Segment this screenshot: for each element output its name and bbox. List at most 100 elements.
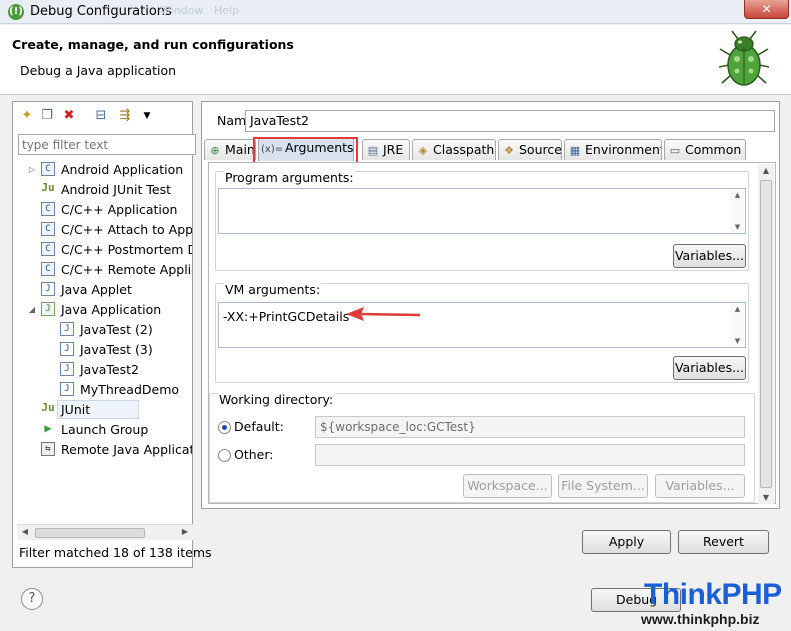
vm-args-scrollbar[interactable]: ▲ ▼ <box>731 303 745 347</box>
configurations-panel: ✦ ❐ ✖ ⊟ ⇶ ▼ ▷ C Android Application Ju A… <box>12 101 212 568</box>
java-config-icon: J <box>60 362 74 376</box>
java-app-icon: J <box>41 302 55 316</box>
header-title: Create, manage, and run configurations <box>12 37 294 52</box>
tree-item-label: Java Application <box>61 302 162 317</box>
tab-label: Classpath <box>433 142 495 157</box>
debug-app-icon: (!) <box>8 4 24 20</box>
android-config-icon: C <box>41 162 55 176</box>
watermark-url: www.thinkphp.biz <box>641 611 760 627</box>
other-label: Other: <box>234 447 274 462</box>
scroll-up-icon[interactable]: ▲ <box>731 305 744 313</box>
duplicate-icon[interactable]: ❐ <box>39 108 55 124</box>
scroll-up-icon[interactable]: ▲ <box>760 166 772 175</box>
tree-item-label: Launch Group <box>61 422 149 437</box>
working-directory-label: Working directory: <box>218 392 335 407</box>
tab-label: Common <box>685 142 742 157</box>
tree-item-label: Android Application <box>61 162 184 177</box>
annotation-arrow-icon <box>346 307 421 321</box>
vm-arguments-label: VM arguments: <box>224 282 322 297</box>
scroll-up-icon[interactable]: ▲ <box>731 191 744 199</box>
collapse-arrow-icon[interactable]: ◢ <box>27 300 37 319</box>
tab-environment[interactable]: ▦ Environment <box>564 139 662 160</box>
scroll-left-icon[interactable]: ◀ <box>19 527 31 536</box>
tree-horizontal-scrollbar[interactable]: ◀ ▶ <box>17 524 193 540</box>
cpp-icon: C <box>41 262 55 276</box>
source-tab-icon: ❖ <box>504 144 514 157</box>
junit-icon: Ju <box>41 181 55 194</box>
vm-variables-button[interactable]: Variables... <box>673 356 746 380</box>
program-arguments-group: Program arguments: ▲ ▼ Variables... <box>215 170 749 271</box>
filter-status: Filter matched 18 of 138 items <box>19 545 212 560</box>
tab-common[interactable]: ▭ Common <box>664 139 746 160</box>
apply-button[interactable]: Apply <box>582 530 671 554</box>
help-icon[interactable]: ? <box>21 588 43 610</box>
vm-arguments-group: VM arguments: -XX:+PrintGCDetails ▲ ▼ Va… <box>215 282 749 383</box>
dialog-header: Create, manage, and run configurations D… <box>0 25 791 95</box>
scroll-down-icon[interactable]: ▼ <box>731 223 744 231</box>
directory-variables-button[interactable]: Variables... <box>655 474 745 498</box>
tab-jre[interactable]: ▤ JRE <box>362 139 410 160</box>
tab-label: Environment <box>585 142 662 157</box>
scrollbar-thumb[interactable] <box>760 180 772 488</box>
header-subtitle: Debug a Java application <box>20 63 177 78</box>
tree-item-label: Remote Java Application <box>61 442 192 457</box>
collapse-all-icon[interactable]: ⊟ <box>93 108 109 124</box>
new-config-icon[interactable]: ✦ <box>19 108 35 124</box>
working-directory-group: Working directory: Default: ${workspace_… <box>209 392 755 503</box>
default-label: Default: <box>234 419 284 434</box>
tree-item-label: C/C++ Attach to Application <box>61 222 192 237</box>
other-radio[interactable] <box>218 449 231 462</box>
scroll-right-icon[interactable]: ▶ <box>179 527 191 536</box>
common-tab-icon: ▭ <box>669 144 681 157</box>
arguments-tab-content: Program arguments: ▲ ▼ Variables... VM a… <box>208 162 776 504</box>
name-input[interactable]: JavaTest2 <box>245 110 775 132</box>
java-config-icon: J <box>60 322 74 336</box>
filter-icon[interactable]: ⇶ <box>117 108 133 124</box>
scroll-down-icon[interactable]: ▼ <box>760 493 772 502</box>
configuration-editor: Name: JavaTest2 ⊕ Main (x)= Arguments ▤ JRE… <box>201 101 780 509</box>
tree-item-label: JavaTest (3) <box>80 342 153 357</box>
other-directory-field <box>315 444 745 466</box>
java-config-icon: J <box>60 382 74 396</box>
environment-tab-icon: ▦ <box>569 144 581 157</box>
expand-arrow-icon[interactable]: ▷ <box>27 160 37 179</box>
tree-item-label: C/C++ Remote Application <box>61 262 192 277</box>
java-config-icon: J <box>60 342 74 356</box>
close-button[interactable]: ✕ <box>744 0 789 19</box>
cpp-icon: C <box>41 222 55 236</box>
config-toolbar: ✦ ❐ ✖ ⊟ ⇶ ▼ <box>17 106 187 126</box>
window-title-bar: (!) Debug Configurations Window Help ✕ <box>0 0 791 24</box>
window-title: Debug Configurations <box>30 4 172 19</box>
bug-icon <box>718 30 770 86</box>
scrollbar-thumb[interactable] <box>35 528 145 538</box>
program-arguments-textarea[interactable] <box>218 188 746 234</box>
tree-item-label: JavaTest (2) <box>80 322 153 337</box>
ghost-menu-window: Window <box>160 4 204 17</box>
program-variables-button[interactable]: Variables... <box>673 244 746 268</box>
tab-source[interactable]: ❖ Source <box>498 139 562 160</box>
file-system-button[interactable]: File System... <box>558 474 648 498</box>
config-tree: ▷ C Android Application Ju Android JUnit… <box>13 160 192 520</box>
cpp-icon: C <box>41 242 55 256</box>
classpath-tab-icon: ◈ <box>418 144 428 157</box>
view-menu-icon[interactable]: ▼ <box>139 108 155 124</box>
default-radio[interactable] <box>218 421 231 434</box>
tab-main[interactable]: ⊕ Main <box>204 139 256 160</box>
vm-arguments-textarea[interactable]: -XX:+PrintGCDetails <box>218 302 746 348</box>
tree-item-label: JUnit <box>61 402 91 417</box>
tab-label: JRE <box>383 142 404 157</box>
tree-item-label: C/C++ Postmortem Debugger <box>61 242 192 257</box>
watermark-brand: ThinkPHP <box>644 578 782 611</box>
workspace-button[interactable]: Workspace... <box>463 474 552 498</box>
jre-tab-icon: ▤ <box>367 144 379 157</box>
scroll-down-icon[interactable]: ▼ <box>731 337 744 345</box>
tree-item-label: Java Applet <box>61 282 132 297</box>
program-args-scrollbar[interactable]: ▲ ▼ <box>731 189 745 233</box>
editor-vertical-scrollbar[interactable]: ▲ ▼ <box>758 164 774 504</box>
revert-button[interactable]: Revert <box>678 530 769 554</box>
filter-input[interactable] <box>18 134 196 155</box>
tab-classpath[interactable]: ◈ Classpath <box>412 139 496 160</box>
program-arguments-label: Program arguments: <box>224 170 355 185</box>
delete-icon[interactable]: ✖ <box>61 108 77 124</box>
tree-item-label: Android JUnit Test <box>61 182 172 197</box>
